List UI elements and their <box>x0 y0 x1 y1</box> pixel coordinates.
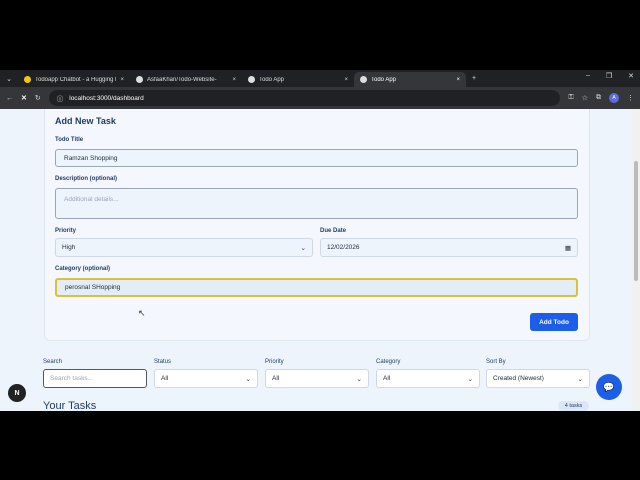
huggingface-icon <box>24 76 31 83</box>
category-input[interactable]: perosnal SHopping <box>55 278 578 297</box>
restore-icon[interactable]: ❐ <box>606 72 612 80</box>
github-icon <box>136 76 143 83</box>
app-icon <box>360 76 367 83</box>
new-tab-button[interactable]: + <box>472 75 476 82</box>
tab-title: Todoapp Chatbot - a Hugging F <box>35 76 117 83</box>
priority-filter-select[interactable]: All ⌄ <box>265 369 369 388</box>
extensions-icon[interactable]: ⧉ <box>596 94 601 102</box>
priority-select[interactable]: High ⌄ <box>55 238 313 257</box>
add-task-heading: Add New Task <box>55 116 116 126</box>
password-key-icon[interactable]: ⚿ <box>568 94 573 102</box>
tab-chatbot[interactable]: Todoapp Chatbot - a Hugging F × <box>18 72 130 87</box>
status-select[interactable]: All ⌄ <box>154 369 258 388</box>
category-value: perosnal SHopping <box>65 284 121 291</box>
close-icon[interactable]: × <box>456 77 460 83</box>
window-controls: – ❐ ✕ <box>586 72 634 80</box>
tab-search-icon[interactable]: ⌄ <box>0 75 18 83</box>
profile-avatar[interactable]: A <box>609 93 619 103</box>
tab-bar: ⌄ Todoapp Chatbot - a Hugging F × AsfaaKh… <box>0 70 640 87</box>
chat-bubble-icon: 💬 <box>603 381 615 392</box>
app-icon <box>248 76 255 83</box>
close-icon[interactable]: × <box>344 77 348 83</box>
tab-github[interactable]: AsfaaKhan/Todo-Website- × <box>130 72 242 87</box>
search-input[interactable]: Search tasks... <box>43 369 147 388</box>
chevron-down-icon: ⌄ <box>467 375 473 383</box>
tab-title: AsfaaKhan/Todo-Website- <box>147 76 217 83</box>
add-task-card <box>44 109 590 341</box>
url-text: localhost:3000/dashboard <box>69 94 144 102</box>
nextjs-dev-indicator[interactable]: N <box>8 384 26 402</box>
your-tasks-heading: Your Tasks <box>43 400 97 411</box>
close-icon[interactable]: × <box>232 77 236 83</box>
category-filter-label: Category <box>376 359 401 365</box>
sort-select[interactable]: Created (Newest) ⌄ <box>486 369 590 388</box>
due-date-value: 12/02/2026 <box>327 244 360 251</box>
title-value: Ramzan Shopping <box>64 154 118 162</box>
tab-todo-2[interactable]: Todo App × <box>354 72 466 87</box>
sort-label: Sort By <box>486 359 506 365</box>
scrollbar[interactable] <box>632 109 640 411</box>
category-filter-select[interactable]: All ⌄ <box>376 369 480 388</box>
priority-label: Priority <box>55 228 77 234</box>
menu-icon[interactable]: ⋮ <box>627 94 634 102</box>
tab-title: Todo App <box>371 76 397 83</box>
close-window-icon[interactable]: ✕ <box>628 72 634 80</box>
task-count-badge: 4 tasks <box>558 401 589 411</box>
category-label: Category (optional) <box>55 266 110 272</box>
search-label: Search <box>43 359 63 365</box>
description-textarea[interactable]: Additional details... <box>55 188 578 219</box>
sort-value: Created (Newest) <box>493 375 544 382</box>
minimize-icon[interactable]: – <box>586 72 590 80</box>
priority-filter-label: Priority <box>265 359 284 365</box>
capcut-logo-icon: ✕ <box>21 95 27 102</box>
title-label: Todo Title <box>55 137 84 143</box>
address-bar-row: ← ✕ ↻ ⓘ localhost:3000/dashboard ⚿ ☆ ⧉ A … <box>0 87 640 109</box>
chevron-down-icon: ⌄ <box>300 244 306 252</box>
status-value: All <box>161 375 169 382</box>
tab-title: Todo App <box>259 76 285 83</box>
due-date-label: Due Date <box>320 228 347 234</box>
back-icon[interactable]: ← <box>6 95 13 102</box>
priority-value: High <box>62 244 76 251</box>
search-placeholder: Search tasks... <box>50 375 93 382</box>
chevron-down-icon: ⌄ <box>577 375 583 383</box>
close-icon[interactable]: × <box>120 77 124 83</box>
tab-todo-1[interactable]: Todo App × <box>242 72 354 87</box>
calendar-icon[interactable]: ▦ <box>565 244 571 252</box>
due-date-input[interactable]: 12/02/2026 ▦ <box>320 238 578 257</box>
title-input[interactable]: Ramzan Shopping <box>55 149 578 167</box>
priority-filter-value: All <box>272 375 280 382</box>
category-filter-value: All <box>383 375 391 382</box>
status-label: Status <box>154 359 172 365</box>
site-info-icon[interactable]: ⓘ <box>57 93 64 103</box>
description-placeholder: Additional details... <box>64 196 119 203</box>
description-label: Description (optional) <box>55 176 117 182</box>
mouse-cursor-icon: ↖ <box>138 308 146 318</box>
chevron-down-icon: ⌄ <box>356 375 362 383</box>
chevron-down-icon: ⌄ <box>245 375 251 383</box>
reload-icon[interactable]: ↻ <box>35 94 41 102</box>
chat-button[interactable]: 💬 <box>596 374 622 400</box>
add-todo-button[interactable]: Add Todo <box>530 313 578 331</box>
url-input[interactable]: ⓘ localhost:3000/dashboard <box>48 90 561 106</box>
bookmark-star-icon[interactable]: ☆ <box>582 94 588 102</box>
